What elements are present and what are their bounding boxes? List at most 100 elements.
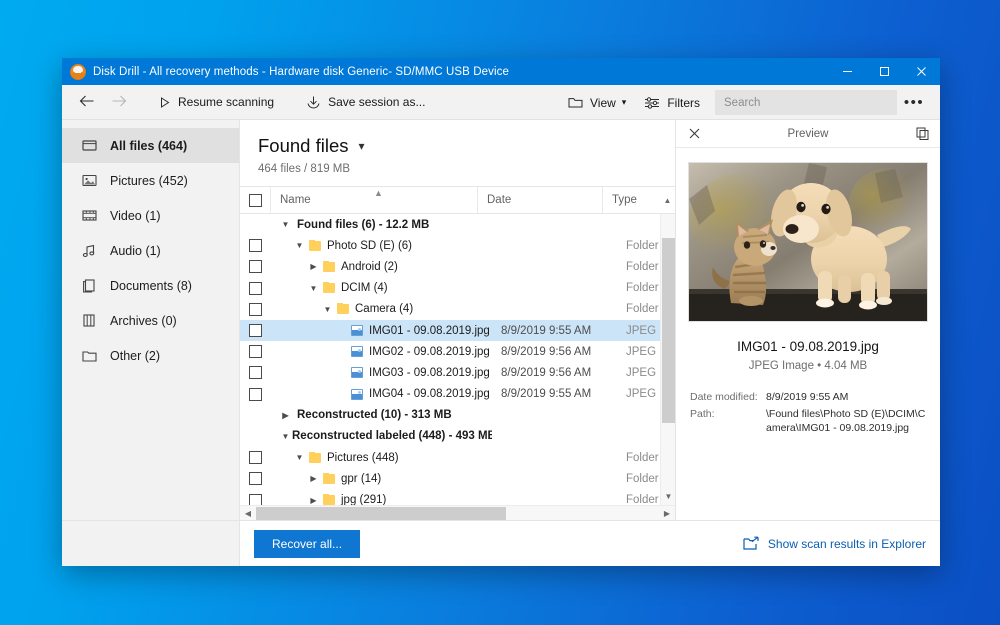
row-checkbox[interactable] [240, 282, 270, 295]
table-row[interactable]: gpr (14)Folder [240, 468, 675, 489]
more-options-button[interactable]: ••• [897, 88, 931, 117]
found-files-header: Found files ▾ 464 files / 819 MB [240, 120, 675, 186]
column-label: Name [280, 194, 311, 206]
title-bar[interactable]: Disk Drill - All recovery methods - Hard… [62, 58, 940, 85]
sidebar-item-video[interactable]: Video (1) [62, 198, 239, 233]
collapse-triangle-icon[interactable] [321, 305, 334, 314]
preview-details: Date modified: 8/9/2019 9:55 AM Path: \F… [676, 390, 940, 439]
table-row[interactable]: Camera (4)Folder [240, 299, 675, 320]
row-checkbox[interactable] [240, 366, 270, 379]
close-icon[interactable] [684, 124, 704, 144]
row-label: Reconstructed labeled (448) - 493 MB [292, 430, 492, 442]
table-row[interactable]: IMG02 - 09.08.2019.jpg8/9/2019 9:56 AMJP… [240, 341, 675, 362]
recover-all-button[interactable]: Recover all... [254, 530, 360, 558]
row-checkbox[interactable] [240, 494, 270, 505]
row-checkbox[interactable] [240, 345, 270, 358]
sidebar: All files (464) Pictures (452) Video (1)… [62, 120, 240, 520]
table-row[interactable]: IMG01 - 09.08.2019.jpg8/9/2019 9:55 AMJP… [240, 320, 675, 341]
resume-scanning-label: Resume scanning [178, 95, 274, 109]
document-icon [81, 278, 97, 294]
collapse-triangle-icon[interactable] [279, 220, 292, 229]
table-row[interactable]: Android (2)Folder [240, 256, 675, 277]
close-icon[interactable] [903, 58, 940, 85]
table-row[interactable]: Photo SD (E) (6)Folder [240, 235, 675, 256]
maximize-icon[interactable] [866, 58, 903, 85]
row-checkbox[interactable] [240, 451, 270, 464]
expand-triangle-icon[interactable] [307, 474, 320, 483]
sort-ascending-caret: ▲ [374, 188, 383, 198]
show-scan-results-label: Show scan results in Explorer [768, 537, 926, 551]
forward-button[interactable] [103, 88, 135, 117]
other-icon [81, 348, 97, 364]
sidebar-item-archives[interactable]: Archives (0) [62, 303, 239, 338]
preview-image-wrapper [676, 148, 940, 322]
detail-row-path: Path: \Found files\Photo SD (E)\DCIM\Cam… [690, 407, 926, 435]
sidebar-item-documents[interactable]: Documents (8) [62, 268, 239, 303]
row-checkbox[interactable] [240, 324, 270, 337]
row-label: IMG02 - 09.08.2019.jpg [369, 346, 490, 358]
scroll-left-arrow[interactable]: ◀ [240, 506, 256, 521]
search-input[interactable] [715, 90, 897, 115]
detail-key: Date modified: [690, 390, 766, 404]
preview-file-name: IMG01 - 09.08.2019.jpg [676, 339, 940, 354]
scroll-down-arrow[interactable]: ▼ [661, 487, 675, 505]
row-checkbox[interactable] [240, 303, 270, 316]
table-body[interactable]: Found files (6) - 12.2 MBPhoto SD (E) (6… [240, 214, 675, 505]
table-row[interactable]: Found files (6) - 12.2 MB [240, 214, 675, 235]
resume-scanning-button[interactable]: Resume scanning [149, 88, 283, 117]
horizontal-scrollbar[interactable]: ◀ ▶ [240, 505, 675, 520]
table-row[interactable]: Pictures (448)Folder [240, 447, 675, 468]
view-button[interactable]: View ▾ [559, 88, 635, 117]
expand-triangle-icon[interactable] [307, 262, 320, 271]
row-checkbox[interactable] [240, 239, 270, 252]
column-header-date[interactable]: Date [477, 187, 602, 213]
sidebar-item-audio[interactable]: Audio (1) [62, 233, 239, 268]
folder-icon [323, 262, 335, 272]
table-row[interactable]: IMG04 - 09.08.2019.jpg8/9/2019 9:55 AMJP… [240, 384, 675, 405]
collapse-triangle-icon[interactable] [279, 432, 292, 441]
sidebar-label: All files (464) [110, 139, 187, 153]
table-row[interactable]: DCIM (4)Folder [240, 278, 675, 299]
back-button[interactable] [71, 88, 103, 117]
sidebar-item-pictures[interactable]: Pictures (452) [62, 163, 239, 198]
page-title[interactable]: Found files ▾ [258, 135, 365, 157]
minimize-icon[interactable] [829, 58, 866, 85]
collapse-triangle-icon[interactable] [307, 284, 320, 293]
table-row[interactable]: jpg (291)Folder [240, 489, 675, 505]
picture-icon [81, 173, 97, 189]
sidebar-item-all-files[interactable]: All files (464) [62, 128, 239, 163]
toolbar: Resume scanning Save session as... View … [62, 85, 940, 120]
toolbar-right-group: View ▾ Filters ••• [559, 85, 931, 120]
sidebar-label: Audio (1) [110, 244, 161, 258]
show-scan-results-link[interactable]: Show scan results in Explorer [743, 536, 926, 551]
row-checkbox[interactable] [240, 472, 270, 485]
table-row[interactable]: IMG03 - 09.08.2019.jpg8/9/2019 9:56 AMJP… [240, 362, 675, 383]
column-header-name[interactable]: Name ▲ [270, 187, 477, 213]
folder-icon [568, 96, 583, 109]
column-header-type[interactable]: Type [602, 187, 660, 213]
row-label: Camera (4) [355, 303, 413, 315]
expand-triangle-icon[interactable] [307, 496, 320, 505]
row-checkbox[interactable] [240, 388, 270, 401]
row-checkbox[interactable] [240, 260, 270, 273]
collapse-triangle-icon[interactable] [293, 453, 306, 462]
expand-triangle-icon[interactable] [279, 411, 292, 420]
filters-button[interactable]: Filters [635, 88, 709, 117]
sidebar-item-other[interactable]: Other (2) [62, 338, 239, 373]
collapse-triangle-icon[interactable] [293, 241, 306, 250]
forward-arrow-icon [111, 94, 127, 111]
select-all-checkbox[interactable] [240, 194, 270, 207]
copy-icon[interactable] [912, 124, 932, 144]
save-session-button[interactable]: Save session as... [297, 88, 434, 117]
row-label: IMG04 - 09.08.2019.jpg [369, 388, 490, 400]
table-row[interactable]: Reconstructed labeled (448) - 493 MB [240, 426, 675, 447]
vertical-scrollbar-thumb[interactable] [662, 238, 675, 423]
file-list-panel: Found files ▾ 464 files / 819 MB Name ▲ … [240, 120, 676, 520]
table-row[interactable]: Reconstructed (10) - 313 MB [240, 405, 675, 426]
chevron-down-icon[interactable]: ▾ [359, 139, 365, 153]
vertical-scrollbar[interactable]: ▼ [660, 214, 675, 505]
horizontal-scrollbar-thumb[interactable] [256, 507, 506, 520]
puppy-and-kitten-photo[interactable] [688, 162, 928, 322]
scroll-right-arrow[interactable]: ▶ [659, 506, 675, 521]
scroll-up-arrow[interactable]: ▲ [660, 196, 675, 205]
